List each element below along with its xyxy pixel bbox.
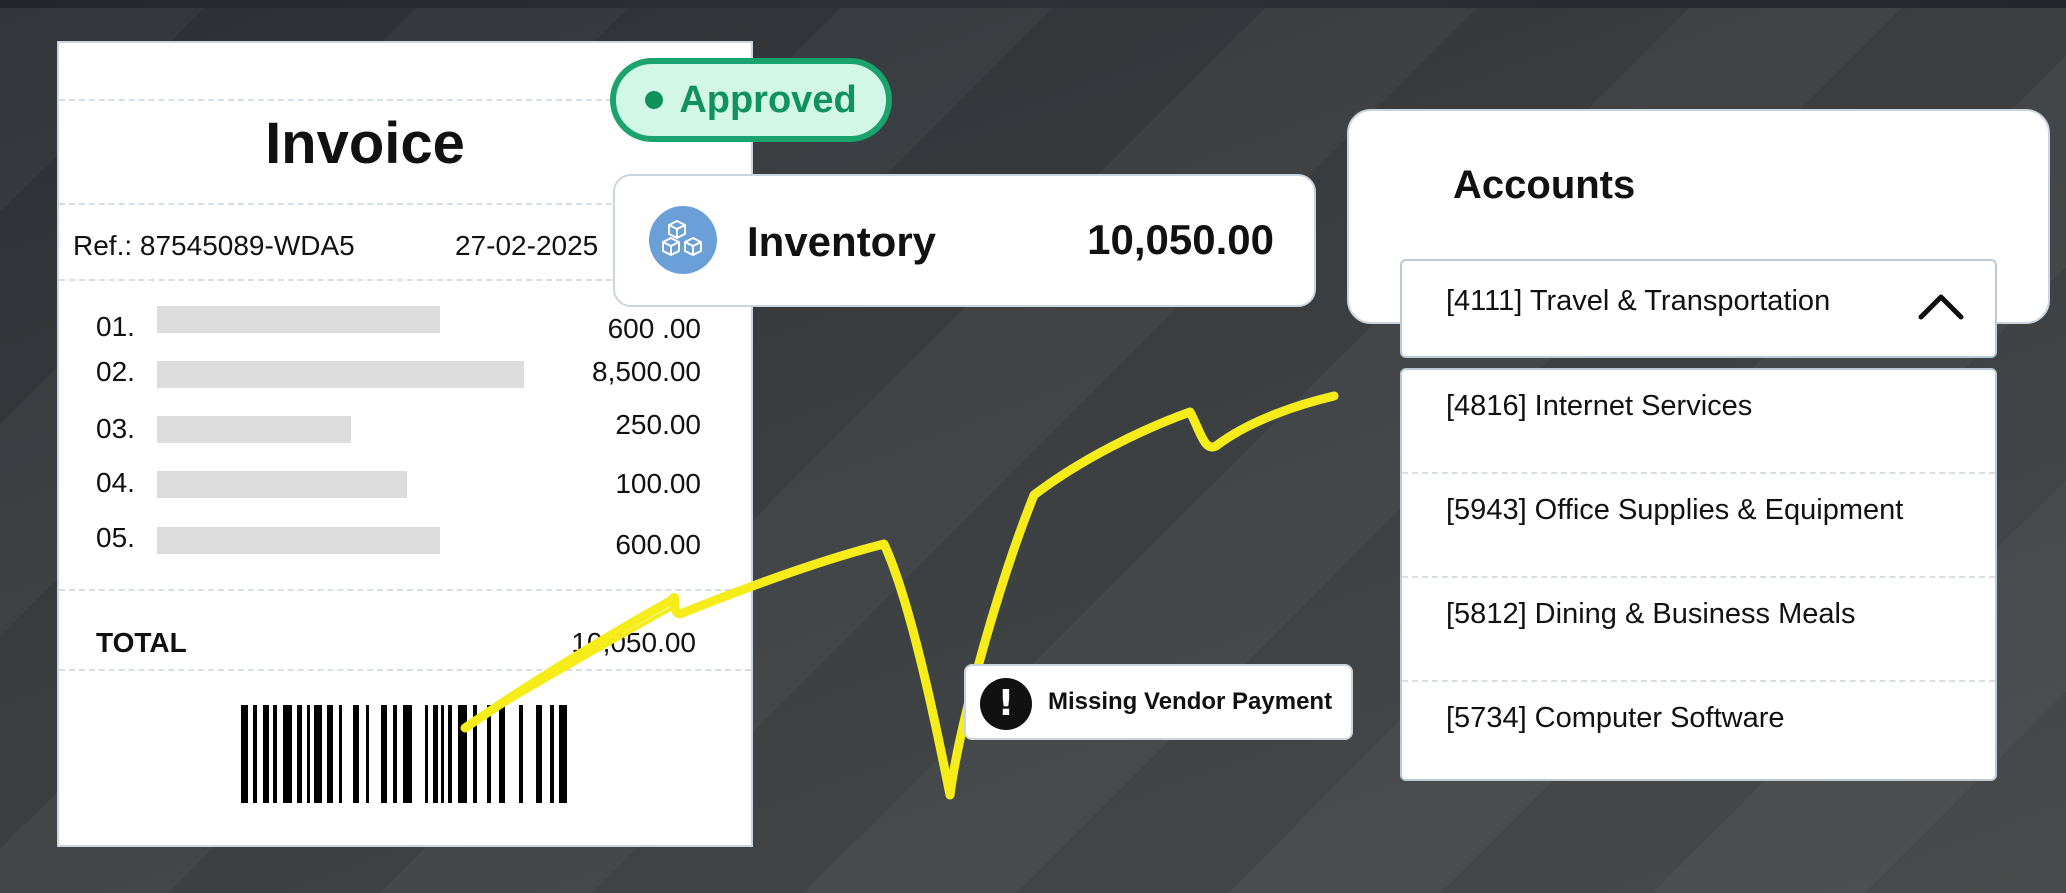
top-band <box>0 0 2066 8</box>
line-description-placeholder <box>157 361 524 388</box>
account-select[interactable]: [4111] Travel & Transportation <box>1400 259 1997 358</box>
approved-status-badge: Approved <box>610 58 892 142</box>
invoice-title: Invoice <box>265 111 465 176</box>
line-amount: 600 .00 <box>607 313 701 344</box>
line-description-placeholder <box>157 306 440 333</box>
exclamation-icon: ! <box>980 678 1032 730</box>
account-option[interactable]: [5734] Computer Software <box>1402 682 1995 786</box>
alert-text: Missing Vendor Payment <box>1048 688 1333 715</box>
line-amount: 250.00 <box>615 409 701 440</box>
invoice-ref: Ref.: 87545089-WDA5 <box>73 230 355 261</box>
accounts-title: Accounts <box>1453 163 1636 207</box>
account-option[interactable]: [5812] Dining & Business Meals <box>1402 578 1995 682</box>
line-number: 02. <box>96 356 135 387</box>
invoice-date: 27-02-2025 <box>455 230 599 261</box>
line-amount: 8,500.00 <box>592 356 701 387</box>
status-dot-icon <box>645 91 664 109</box>
account-option[interactable]: [4816] Internet Services <box>1402 370 1995 474</box>
status-label: Approved <box>679 78 857 121</box>
line-amount: 100.00 <box>615 468 701 499</box>
account-option-label: [5943] Office Supplies & Equipment <box>1446 494 1904 526</box>
account-option-label: [5812] Dining & Business Meals <box>1446 598 1856 630</box>
line-number: 03. <box>96 413 135 444</box>
line-description-placeholder <box>157 416 351 443</box>
boxes-icon <box>649 206 717 274</box>
inventory-label: Inventory <box>747 218 937 265</box>
barcode <box>241 705 567 803</box>
line-amount: 600.00 <box>615 529 701 560</box>
missing-vendor-payment-alert[interactable]: ! Missing Vendor Payment <box>964 664 1353 740</box>
invoice-document: Invoice Ref.: 87545089-WDA5 27-02-2025 0… <box>57 41 753 847</box>
line-number: 05. <box>96 522 135 553</box>
chevron-up-icon[interactable] <box>1917 289 1965 321</box>
divider <box>59 669 751 671</box>
total-label: TOTAL <box>96 627 187 658</box>
line-number: 04. <box>96 467 135 498</box>
inventory-amount: 10,050.00 <box>1087 216 1274 263</box>
line-description-placeholder <box>157 471 407 498</box>
divider <box>59 589 751 591</box>
account-selected-value: [4111] Travel & Transportation <box>1446 285 1831 317</box>
account-option-label: [4816] Internet Services <box>1446 390 1753 422</box>
account-dropdown-list: [4816] Internet Services [5943] Office S… <box>1400 368 1997 781</box>
inventory-card[interactable]: Inventory 10,050.00 <box>613 174 1316 307</box>
total-amount: 10,050.00 <box>571 627 696 658</box>
line-number: 01. <box>96 311 135 342</box>
line-description-placeholder <box>157 527 440 554</box>
account-option-label: [5734] Computer Software <box>1446 702 1785 734</box>
account-option[interactable]: [5943] Office Supplies & Equipment <box>1402 474 1995 578</box>
